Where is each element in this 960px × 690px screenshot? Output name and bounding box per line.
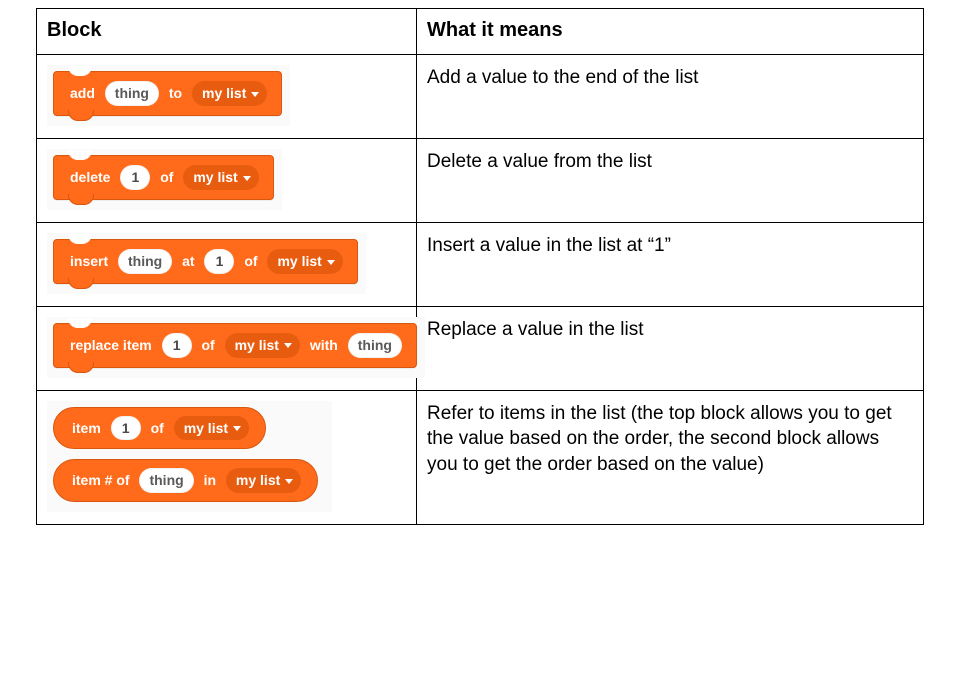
text-slot-thing[interactable]: thing — [105, 81, 159, 106]
label: add — [66, 84, 99, 103]
block-canvas: insert thing at 1 of my list — [47, 233, 366, 294]
dropdown-list[interactable]: my list — [183, 165, 258, 190]
chevron-down-icon — [284, 343, 292, 348]
chevron-down-icon — [327, 260, 335, 265]
label: insert — [66, 252, 112, 271]
number-slot[interactable]: 1 — [111, 416, 141, 441]
number-slot[interactable]: 1 — [204, 249, 234, 274]
block-add-to-list[interactable]: add thing to my list — [53, 71, 282, 116]
label: item # of — [68, 471, 134, 490]
dropdown-list[interactable]: my list — [192, 81, 267, 106]
table-row: insert thing at 1 of my list Insert a va… — [37, 222, 924, 306]
desc-cell: Replace a value in the list — [417, 306, 924, 390]
text-slot-thing[interactable]: thing — [139, 468, 193, 493]
dropdown-list[interactable]: my list — [267, 249, 342, 274]
dropdown-label: my list — [193, 169, 237, 185]
label: in — [200, 471, 220, 490]
dropdown-label: my list — [235, 337, 279, 353]
block-canvas: add thing to my list — [47, 65, 290, 126]
dropdown-list[interactable]: my list — [226, 468, 301, 493]
block-item-of-list[interactable]: item 1 of my list — [53, 407, 266, 450]
desc-cell: Insert a value in the list at “1” — [417, 222, 924, 306]
text-slot-thing[interactable]: thing — [118, 249, 172, 274]
chevron-down-icon — [243, 176, 251, 181]
table-row: delete 1 of my list Delete a value from … — [37, 138, 924, 222]
block-canvas: delete 1 of my list — [47, 149, 282, 210]
table-row: add thing to my list Add a value to the … — [37, 55, 924, 139]
block-delete-of-list[interactable]: delete 1 of my list — [53, 155, 274, 200]
label: replace item — [66, 336, 156, 355]
number-slot[interactable]: 1 — [162, 333, 192, 358]
desc-cell: Refer to items in the list (the top bloc… — [417, 390, 924, 525]
label: of — [240, 252, 261, 271]
dropdown-label: my list — [202, 85, 246, 101]
label: at — [178, 252, 198, 271]
page: Block What it means add thing to my list — [0, 0, 960, 690]
desc-cell: Add a value to the end of the list — [417, 55, 924, 139]
table-row: replace item 1 of my list with thing Rep… — [37, 306, 924, 390]
label: item — [68, 419, 105, 438]
chevron-down-icon — [285, 479, 293, 484]
label: of — [198, 336, 219, 355]
label: of — [156, 168, 177, 187]
desc-cell: Delete a value from the list — [417, 138, 924, 222]
dropdown-label: my list — [236, 472, 280, 488]
blocks-table: Block What it means add thing to my list — [36, 8, 924, 525]
dropdown-label: my list — [184, 420, 228, 436]
block-canvas: replace item 1 of my list with thing — [47, 317, 425, 378]
block-canvas: item 1 of my list item # of thing in — [47, 401, 332, 513]
block-group: item 1 of my list item # of thing in — [53, 407, 318, 503]
table-row: item 1 of my list item # of thing in — [37, 390, 924, 525]
table-header-row: Block What it means — [37, 9, 924, 55]
label: with — [306, 336, 342, 355]
dropdown-label: my list — [277, 253, 321, 269]
chevron-down-icon — [233, 426, 241, 431]
dropdown-list[interactable]: my list — [225, 333, 300, 358]
block-cell: add thing to my list — [37, 55, 417, 139]
block-cell: delete 1 of my list — [37, 138, 417, 222]
label: delete — [66, 168, 114, 187]
header-block: Block — [37, 9, 417, 55]
label: of — [147, 419, 168, 438]
label: to — [165, 84, 186, 103]
text-slot-thing[interactable]: thing — [348, 333, 402, 358]
header-meaning: What it means — [417, 9, 924, 55]
block-replace-item-list[interactable]: replace item 1 of my list with thing — [53, 323, 417, 368]
block-cell: insert thing at 1 of my list — [37, 222, 417, 306]
block-item-number-of-list[interactable]: item # of thing in my list — [53, 459, 318, 502]
number-slot[interactable]: 1 — [120, 165, 150, 190]
chevron-down-icon — [251, 92, 259, 97]
block-cell: item 1 of my list item # of thing in — [37, 390, 417, 525]
block-insert-at-list[interactable]: insert thing at 1 of my list — [53, 239, 358, 284]
dropdown-list[interactable]: my list — [174, 416, 249, 441]
block-cell: replace item 1 of my list with thing — [37, 306, 417, 390]
